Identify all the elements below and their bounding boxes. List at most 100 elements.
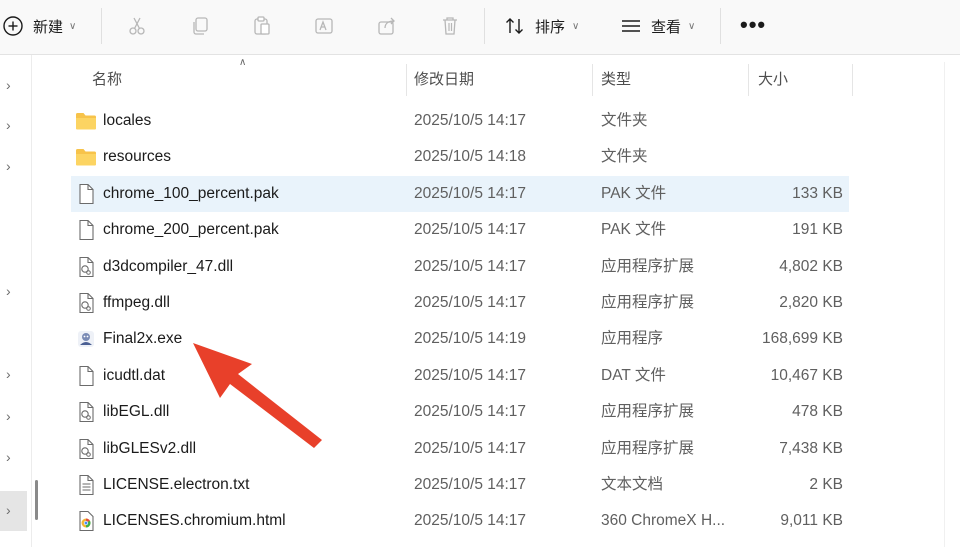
file-row[interactable]: LICENSES.chromium.html 2025/10/5 14:17 360… [71,503,849,539]
folder-icon [75,146,97,168]
file-size: 2,820 KB [779,293,843,311]
file-name: libEGL.dll [103,403,170,421]
file-row[interactable]: Final2x.exe 2025/10/5 14:19 应用程序 168,699 KB [71,321,849,357]
chevron-right-icon[interactable]: › [6,449,22,465]
column-name[interactable]: 名称 [92,62,122,98]
file-type: 应用程序扩展 [601,293,695,311]
chevron-right-icon[interactable]: › [6,408,22,424]
chevron-down-icon: ∨ [69,20,77,32]
view-button-label: 查看 [651,18,682,36]
list-scrollbar-track[interactable] [944,62,945,547]
copy-button[interactable] [187,13,213,39]
file-name: resources [103,148,172,166]
folder-icon [75,110,97,132]
file-icon [75,219,97,241]
nav-scrollbar[interactable] [35,480,38,520]
toolbar-divider [101,8,102,44]
file-type: 应用程序扩展 [601,439,695,457]
file-row[interactable]: chrome_100_percent.pak 2025/10/5 14:17 PAK… [71,175,849,213]
file-name: chrome_200_percent.pak [103,221,279,239]
file-row[interactable]: libEGL.dll 2025/10/5 14:17 应用程序扩展 478 KB [71,394,849,430]
file-type: 360 ChromeX H... [601,512,726,530]
file-type: DAT 文件 [601,366,666,384]
file-type: 应用程序扩展 [601,403,695,421]
file-size: 9,011 KB [780,512,843,530]
file-modified-date: 2025/10/5 14:17 [414,184,527,202]
add-icon [3,16,23,36]
file-size: 4,802 KB [779,257,843,275]
chevron-right-icon[interactable]: › [6,117,22,133]
file-modified-date: 2025/10/5 14:17 [414,112,527,129]
column-size[interactable]: 大小 [758,62,788,98]
copy-icon [193,17,208,35]
annotation-arrow [193,343,322,448]
chevron-right-icon[interactable]: › [6,77,22,93]
file-name: Final2x.exe [103,330,183,348]
chevron-down-icon: ∨ [688,20,696,32]
delete-button[interactable] [437,13,463,39]
rename-button[interactable] [311,13,337,39]
sort-ascending-icon: ∧ [239,57,247,68]
view-button[interactable]: 查看 ∨ [620,10,695,42]
chevron-right-icon[interactable]: › [6,502,22,518]
file-name: locales [103,112,152,129]
dll-icon [75,401,97,423]
file-size: 2 KB [809,475,843,493]
file-type: PAK 文件 [601,184,667,202]
column-header: ∧ 名称 修改日期 类型 大小 [71,57,854,98]
toolbar-divider [720,8,721,44]
file-type: 应用程序扩展 [601,257,695,275]
file-size: 7,438 KB [779,439,843,457]
sort-button-label: 排序 [535,18,566,36]
file-row[interactable]: d3dcompiler_47.dll 2025/10/5 14:17 应用程序扩展 4… [71,249,849,285]
file-row[interactable]: locales 2025/10/5 14:17 文件夹 [71,103,849,139]
file-type: 文件夹 [601,112,648,129]
file-name: LICENSE.electron.txt [103,475,250,493]
file-type: 文件夹 [601,148,648,166]
file-row[interactable]: LICENSE.electron.txt 2025/10/5 14:17 文本文档 2… [71,467,849,503]
list-view-icon [622,20,640,32]
column-divider[interactable] [592,64,593,96]
column-divider[interactable] [852,64,853,96]
column-divider[interactable] [748,64,749,96]
file-size: 168,699 KB [761,330,843,348]
file-modified-date: 2025/10/5 14:17 [414,403,527,421]
new-button-label: 新建 [33,18,64,36]
chevron-right-icon[interactable]: › [6,283,22,299]
column-date[interactable]: 修改日期 [414,62,474,98]
file-icon [75,183,97,205]
chevron-right-icon[interactable]: › [6,158,22,174]
file-modified-date: 2025/10/5 14:17 [414,439,527,457]
file-size: 478 KB [792,403,843,421]
file-name: chrome_100_percent.pak [103,184,279,202]
chevron-right-icon[interactable]: › [6,366,22,382]
file-row[interactable]: resources 2025/10/5 14:18 文件夹 [71,139,849,175]
file-modified-date: 2025/10/5 14:17 [414,475,527,493]
file-list: locales 2025/10/5 14:17 文件夹 resources 2025/1… [71,103,849,540]
column-type[interactable]: 类型 [601,62,631,98]
share-button[interactable] [374,13,400,39]
file-modified-date: 2025/10/5 14:17 [414,221,527,239]
share-icon [378,17,395,35]
more-options-button[interactable]: ••• [740,12,766,38]
file-row[interactable]: chrome_200_percent.pak 2025/10/5 14:17 PAK… [71,212,849,248]
rename-icon [315,18,333,34]
file-type: PAK 文件 [601,221,667,239]
file-name: LICENSES.chromium.html [103,512,286,530]
paste-button[interactable] [249,13,275,39]
dll-icon [75,438,97,460]
exe-icon [75,328,97,350]
file-modified-date: 2025/10/5 14:17 [414,257,527,275]
file-size: 10,467 KB [770,366,843,384]
file-size: 133 KB [792,184,843,202]
file-row[interactable]: icudtl.dat 2025/10/5 14:17 DAT 文件 10,467 KB [71,358,849,394]
new-button[interactable]: 新建 ∨ [0,10,76,42]
column-divider[interactable] [406,64,407,96]
file-row[interactable]: ffmpeg.dll 2025/10/5 14:17 应用程序扩展 2,820 KB [71,285,849,321]
cut-button[interactable] [124,13,150,39]
text-file-icon [75,474,97,496]
sort-button[interactable]: 排序 ∨ [504,10,579,42]
sort-icon [506,18,523,34]
file-modified-date: 2025/10/5 14:17 [414,512,527,530]
file-row[interactable]: libGLESv2.dll 2025/10/5 14:17 应用程序扩展 7,438 … [71,431,849,467]
